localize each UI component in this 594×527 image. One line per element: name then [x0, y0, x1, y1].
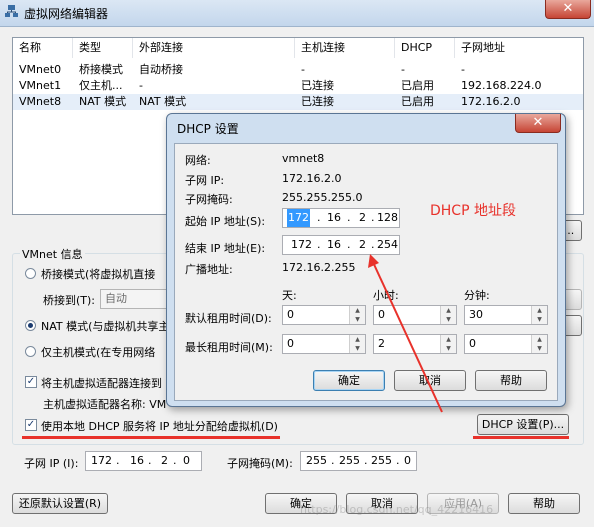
table-cell: VMnet1 [19, 79, 62, 92]
table-cell: 172.16.2.0 [461, 95, 521, 108]
dhcp-settings-button[interactable]: DHCP 设置(P)... [477, 414, 569, 435]
table-cell: 桥接模式 [79, 63, 123, 76]
table-row[interactable]: VMnet0 桥接模式 自动桥接 - - - [13, 62, 583, 78]
table-cell: 192.168.224.0 [461, 79, 542, 92]
table-cell: 已连接 [301, 79, 334, 92]
dhcp-checkbox-label: 使用本地 DHCP 服务将 IP 地址分配给虚拟机(D) [41, 420, 278, 433]
subnet-ip-label: 子网 IP (I): [24, 457, 79, 470]
table-row[interactable]: VMnet1 仅主机... - 已连接 已启用 192.168.224.0 [13, 78, 583, 94]
subnet-ip-label: 子网 IP: [185, 174, 225, 187]
max-lease-days[interactable]: 0 ▲ ▼ [282, 334, 366, 354]
col-header-host[interactable]: 主机连接 [295, 38, 395, 58]
vmnet-info-label: VMnet 信息 [20, 246, 85, 262]
broadcast-label: 广播地址: [185, 263, 233, 276]
window-close-button[interactable]: ✕ [545, 0, 591, 19]
bridged-radio-label: 桥接模式(将虚拟机直接 [41, 268, 156, 281]
help-button[interactable]: 帮助 [508, 493, 580, 514]
subnet-ip-value: 172.16.2.0 [282, 172, 342, 185]
restore-defaults-button[interactable]: 还原默认设置(R) [12, 493, 108, 514]
annotation-arrow-icon [368, 254, 443, 413]
table-cell: NAT 模式 [139, 95, 187, 108]
table-cell: 自动桥接 [139, 63, 183, 76]
close-icon: ✕ [562, 1, 574, 16]
max-lease-label: 最长租用时间(M): [185, 341, 273, 354]
start-ip-field[interactable]: 172 . 16 . 2 . 128 [282, 208, 400, 228]
title-bar: 虚拟网络编辑器 [0, 0, 594, 27]
close-icon: ✕ [532, 115, 544, 130]
connect-adapter-checkbox[interactable]: ✓ [25, 376, 37, 388]
col-header-name[interactable]: 名称 [13, 38, 73, 58]
nat-radio-label: NAT 模式(与虚拟机共享主 [41, 320, 170, 333]
dialog-close-button[interactable]: ✕ [515, 114, 561, 133]
spin-arrows-icon[interactable]: ▲ ▼ [531, 335, 547, 353]
col-header-dhcp[interactable]: DHCP [395, 38, 455, 58]
bridged-to-label: 桥接到(T): [43, 294, 96, 307]
window-title: 虚拟网络编辑器 [24, 7, 109, 21]
table-cell: VMnet0 [19, 63, 62, 76]
end-ip-label: 结束 IP 地址(E): [185, 242, 266, 255]
watermark: https://blog.csdn.net/qq_42216416 [300, 503, 494, 516]
table-cell: 已连接 [301, 95, 334, 108]
table-cell: 已启用 [401, 95, 434, 108]
default-lease-minutes[interactable]: 30 ▲ ▼ [464, 305, 548, 325]
subnet-ip-field[interactable]: 172 . 16 . 2 . 0 [85, 451, 202, 471]
table-cell: 已启用 [401, 79, 434, 92]
broadcast-value: 172.16.2.255 [282, 261, 356, 274]
dialog-title: DHCP 设置 [177, 122, 239, 136]
start-ip-label: 起始 IP 地址(S): [185, 215, 266, 228]
minutes-label: 分钟: [464, 289, 490, 302]
dhcp-checkbox[interactable]: ✓ [25, 419, 37, 431]
bridged-to-select[interactable]: 自动 [100, 289, 170, 309]
spin-arrows-icon[interactable]: ▲ ▼ [531, 306, 547, 324]
table-cell: VMnet8 [19, 95, 62, 108]
nat-radio[interactable] [25, 320, 36, 331]
annotation-text: DHCP 地址段 [430, 203, 516, 219]
network-value: vmnet8 [282, 152, 325, 165]
network-label: 网络: [185, 154, 211, 167]
subnet-mask-label: 子网掩码: [185, 193, 233, 206]
connect-adapter-label: 将主机虚拟适配器连接到 [41, 377, 162, 390]
col-header-subnet[interactable]: 子网地址 [455, 38, 583, 58]
table-cell: - [461, 63, 465, 76]
adapter-name-label: 主机虚拟适配器名称: VM [43, 398, 167, 411]
days-label: 天: [282, 289, 297, 302]
dialog-help-button[interactable]: 帮助 [475, 370, 547, 391]
default-lease-label: 默认租用时间(D): [185, 312, 272, 325]
hostonly-radio-label: 仅主机模式(在专用网络 [41, 346, 156, 359]
default-lease-days[interactable]: 0 ▲ ▼ [282, 305, 366, 325]
col-header-external[interactable]: 外部连接 [133, 38, 295, 58]
table-row-selected[interactable]: VMnet8 NAT 模式 NAT 模式 已连接 已启用 172.16.2.0 [13, 94, 583, 110]
annotation-underline-button [473, 436, 569, 439]
subnet-mask-value: 255.255.255.0 [282, 191, 363, 204]
table-cell: - [139, 79, 143, 92]
bridged-radio[interactable] [25, 268, 36, 279]
max-lease-minutes[interactable]: 0 ▲ ▼ [464, 334, 548, 354]
subnet-mask-field[interactable]: 255 . 255 . 255 . 0 [300, 451, 417, 471]
table-cell: 仅主机... [79, 79, 123, 92]
annotation-underline-dhcp [22, 436, 280, 439]
network-editor-icon [5, 5, 18, 17]
table-cell: NAT 模式 [79, 95, 127, 108]
table-cell: - [301, 63, 305, 76]
table-cell: - [401, 63, 405, 76]
subnet-mask-label: 子网掩码(M): [227, 457, 293, 470]
col-header-type[interactable]: 类型 [73, 38, 133, 58]
hostonly-radio[interactable] [25, 346, 36, 357]
